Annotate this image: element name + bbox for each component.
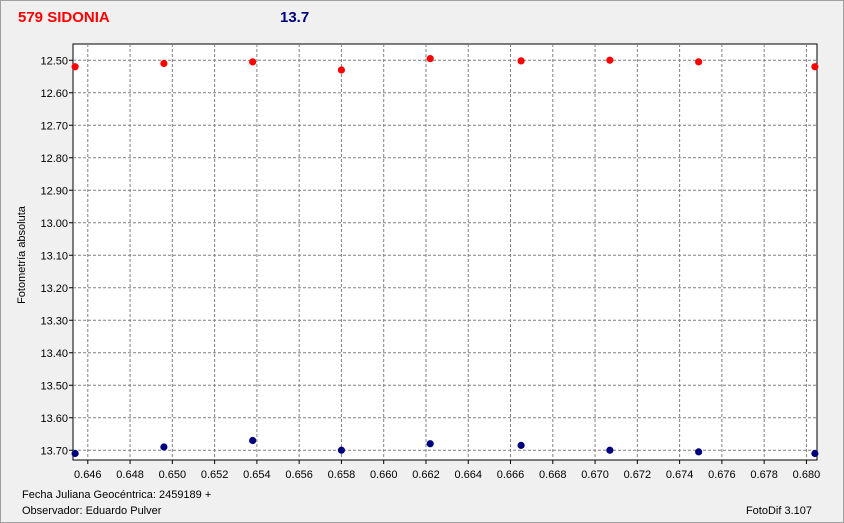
comparison-data-point xyxy=(337,446,346,454)
x-tick-label: 0.646 xyxy=(74,469,102,481)
y-tick-label: 13.50 xyxy=(40,380,68,392)
x-tick-label: 0.656 xyxy=(285,469,313,481)
scatter-plot: 12.50 12.60 12.70 12.80 12.90 13.00 13.10 13.20… xyxy=(40,43,821,481)
x-tick-label: 0.650 xyxy=(159,469,187,481)
comparison-data-point xyxy=(71,449,79,458)
comparison-data-point xyxy=(249,436,257,445)
y-tick-label: 13.30 xyxy=(40,315,68,327)
plot-area xyxy=(72,43,818,461)
observer-label: Observador: Eduardo Pulver xyxy=(22,505,162,517)
x-tick-label: 0.678 xyxy=(750,469,778,481)
x-tick-label: 0.654 xyxy=(243,469,271,481)
julian-date-label: Fecha Juliana Geocéntrica: 2459189 + xyxy=(22,489,212,501)
target-data-point xyxy=(337,66,346,74)
x-tick-label: 0.664 xyxy=(454,469,482,481)
comparison-data-point xyxy=(811,449,819,458)
target-data-point xyxy=(249,58,257,66)
x-tick-label: 0.674 xyxy=(666,469,694,481)
comparison-data-point xyxy=(695,448,703,456)
x-tick-label: 0.660 xyxy=(370,469,398,481)
y-tick-label: 12.60 xyxy=(40,88,68,100)
comparison-data-point xyxy=(606,446,614,454)
comparison-data-point xyxy=(160,443,168,451)
y-tick-label: 13.40 xyxy=(40,348,68,360)
software-version-label: FotoDif 3.107 xyxy=(745,505,812,517)
x-tick-label: 0.652 xyxy=(201,469,229,481)
y-tick-label: 13.00 xyxy=(40,218,68,230)
x-tick-label: 0.670 xyxy=(581,469,609,481)
x-tick-label: 0.662 xyxy=(412,469,440,481)
target-data-point xyxy=(606,56,614,64)
y-tick-label: 13.20 xyxy=(40,283,68,295)
y-tick-label: 13.70 xyxy=(40,445,68,457)
x-tick-label: 0.658 xyxy=(328,469,356,481)
target-data-point xyxy=(811,63,819,71)
x-tick-label: 0.668 xyxy=(539,469,567,481)
x-tick-label: 0.648 xyxy=(116,469,144,481)
y-tick-label: 12.80 xyxy=(40,153,68,165)
target-data-point xyxy=(695,58,703,66)
x-tick-label: 0.680 xyxy=(793,469,821,481)
y-tick-label: 12.50 xyxy=(40,55,68,67)
target-data-point xyxy=(426,55,434,63)
y-tick-label: 13.10 xyxy=(40,250,68,262)
target-data-point xyxy=(160,59,168,68)
target-data-point xyxy=(517,57,525,65)
y-tick-label: 12.70 xyxy=(40,120,68,132)
target-data-point xyxy=(71,63,79,71)
y-tick-label: 13.60 xyxy=(40,413,68,425)
y-tick-label: 12.90 xyxy=(40,185,68,197)
x-tick-label: 0.676 xyxy=(708,469,736,481)
x-tick-label: 0.672 xyxy=(624,469,652,481)
comparison-data-point xyxy=(426,440,434,448)
comparison-data-point xyxy=(517,441,525,449)
x-tick-label: 0.666 xyxy=(497,469,525,481)
